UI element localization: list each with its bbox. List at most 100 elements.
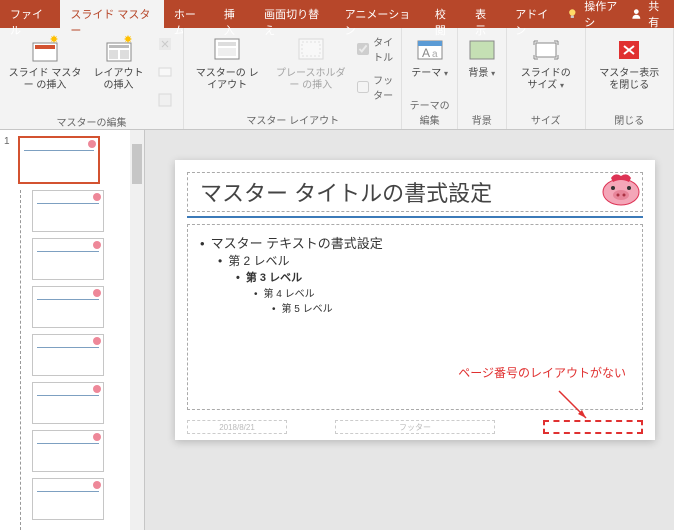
- tab-file[interactable]: ファイル: [0, 0, 60, 28]
- title-text: マスター タイトルの書式設定: [200, 176, 492, 208]
- insert-slide-master-label: スライド マスター の挿入: [8, 68, 82, 92]
- theme-label: テーマ: [411, 68, 441, 79]
- footer-checkbox-row[interactable]: フッター: [357, 70, 395, 104]
- titlebar-right: 操作アシ 共有: [566, 0, 674, 28]
- master-layout-checkboxes: タイトル フッター: [357, 32, 395, 104]
- tab-review[interactable]: 校閲: [425, 0, 465, 28]
- body-level-2: 第 2 レベル: [218, 252, 630, 269]
- delete-icon: [155, 34, 175, 54]
- tab-addin[interactable]: アドイン: [505, 0, 565, 28]
- slide-master-icon: [29, 34, 61, 66]
- scrollbar[interactable]: [130, 130, 144, 530]
- dropdown-arrow-icon: ▾: [491, 69, 495, 78]
- group-label-size: サイズ: [531, 110, 561, 127]
- rename-icon: [155, 62, 175, 82]
- ribbon-group-master-layout: マスターの レイアウト プレースホルダー の挿入 タイトル フッター マスター …: [184, 28, 402, 129]
- tab-insert[interactable]: 挿入: [214, 0, 254, 28]
- ribbon-group-background: 背景 ▾ 背景: [458, 28, 507, 129]
- insert-placeholder-button: プレースホルダー の挿入: [270, 32, 351, 94]
- insert-layout-button[interactable]: レイアウト の挿入: [90, 32, 147, 94]
- footer-placeholder[interactable]: フッター: [335, 420, 495, 434]
- theme-icon: Aa: [414, 34, 446, 66]
- theme-button[interactable]: Aa テーマ ▾: [409, 32, 450, 82]
- thumbnail-hierarchy-line: [20, 190, 21, 530]
- group-label-close: 閉じる: [614, 110, 644, 127]
- title-checkbox-row[interactable]: タイトル: [357, 32, 395, 66]
- thumbnail-layout[interactable]: [32, 286, 104, 328]
- titlebar: ファイル スライド マスター ホーム 挿入 画面切り替え アニメーション 校閲 …: [0, 0, 674, 28]
- preserve-icon: [155, 90, 175, 110]
- group-label-background: 背景: [472, 110, 492, 127]
- svg-text:a: a: [432, 49, 438, 60]
- tab-transition[interactable]: 画面切り替え: [254, 0, 335, 28]
- body-level-5: 第 5 レベル: [272, 300, 630, 315]
- share-icon: [630, 7, 643, 21]
- background-button[interactable]: 背景 ▾: [464, 32, 500, 82]
- workspace: 1 マスター タイトルの書式設定: [0, 130, 674, 530]
- insert-slide-master-button[interactable]: スライド マスター の挿入: [6, 32, 84, 94]
- master-layout-icon: [211, 34, 243, 66]
- edit-pane: マスター タイトルの書式設定 マスター テキストの書式設定 第 2 レベル 第 …: [145, 130, 674, 530]
- delete-button: [153, 32, 177, 56]
- ribbon-group-size: スライドの サイズ ▾ サイズ: [507, 28, 586, 129]
- master-edit-small-buttons: [153, 32, 177, 112]
- tellme-icon: [566, 7, 579, 21]
- title-underline: [187, 216, 643, 218]
- group-label-edit-master: マスターの編集: [57, 112, 127, 129]
- date-placeholder[interactable]: 2018/8/21: [187, 420, 287, 434]
- share-label[interactable]: 共有: [648, 0, 668, 30]
- close-master-label: マスター表示 を閉じる: [594, 68, 665, 92]
- close-icon: [613, 34, 645, 66]
- body-level-1: マスター テキストの書式設定: [200, 233, 630, 252]
- placeholder-icon: [295, 34, 327, 66]
- preserve-button: [153, 88, 177, 112]
- tellme-label[interactable]: 操作アシ: [584, 0, 623, 30]
- thumbnail-pane[interactable]: 1: [0, 130, 145, 530]
- body-level-3: 第 3 レベル: [236, 269, 630, 285]
- ribbon-group-edit-theme: Aa テーマ ▾ テーマの編集: [402, 28, 457, 129]
- scrollbar-handle[interactable]: [132, 144, 142, 184]
- ribbon: スライド マスター の挿入 レイアウト の挿入 マスターの編集 マスターの レイ…: [0, 28, 674, 130]
- master-layout-label: マスターの レイアウト: [192, 68, 262, 92]
- svg-text:A: A: [422, 46, 430, 60]
- footer-checkbox: [357, 81, 369, 93]
- body-level-4: 第 4 レベル: [254, 285, 630, 300]
- thumbnail-slide: [18, 136, 100, 184]
- thumbnail-layout[interactable]: [32, 238, 104, 280]
- thumbnail-layout[interactable]: [32, 190, 104, 232]
- background-icon: [466, 34, 498, 66]
- rename-button: [153, 60, 177, 84]
- footer-checkbox-label: フッター: [373, 72, 395, 102]
- thumbnail-master[interactable]: 1: [4, 136, 140, 184]
- tab-home[interactable]: ホーム: [164, 0, 214, 28]
- tab-animation[interactable]: アニメーション: [335, 0, 425, 28]
- thumbnail-layout[interactable]: [32, 430, 104, 472]
- title-checkbox-label: タイトル: [373, 34, 395, 64]
- pig-icon: [601, 170, 641, 206]
- thumbnail-number: 1: [4, 136, 14, 184]
- group-label-edit-theme: テーマの編集: [408, 95, 450, 127]
- insert-placeholder-label: プレースホルダー の挿入: [272, 68, 349, 92]
- thumbnail-layout[interactable]: [32, 478, 104, 520]
- title-checkbox: [357, 43, 369, 55]
- thumbnail-layout[interactable]: [32, 382, 104, 424]
- title-placeholder[interactable]: マスター タイトルの書式設定: [187, 172, 643, 212]
- background-label: 背景: [468, 68, 488, 79]
- thumbnail-layout[interactable]: [32, 334, 104, 376]
- slide-size-icon: [530, 34, 562, 66]
- tab-slide-master[interactable]: スライド マスター: [60, 0, 164, 28]
- tab-view[interactable]: 表示: [465, 0, 505, 28]
- master-layout-button[interactable]: マスターの レイアウト: [190, 32, 264, 94]
- annotation-arrow-icon: [554, 386, 594, 429]
- dropdown-arrow-icon: ▾: [560, 81, 564, 90]
- slide-size-button[interactable]: スライドの サイズ ▾: [513, 32, 579, 94]
- group-label-master-layout: マスター レイアウト: [246, 110, 339, 127]
- layout-icon: [103, 34, 135, 66]
- ribbon-group-edit-master: スライド マスター の挿入 レイアウト の挿入 マスターの編集: [0, 28, 184, 129]
- annotation-text: ページ番号のレイアウトがない: [458, 364, 626, 381]
- body-placeholder[interactable]: マスター テキストの書式設定 第 2 レベル 第 3 レベル 第 4 レベル 第…: [187, 224, 643, 410]
- dropdown-arrow-icon: ▾: [444, 69, 448, 78]
- close-master-button[interactable]: マスター表示 を閉じる: [592, 32, 667, 94]
- ribbon-group-close: マスター表示 を閉じる 閉じる: [586, 28, 674, 129]
- insert-layout-label: レイアウト の挿入: [92, 68, 145, 92]
